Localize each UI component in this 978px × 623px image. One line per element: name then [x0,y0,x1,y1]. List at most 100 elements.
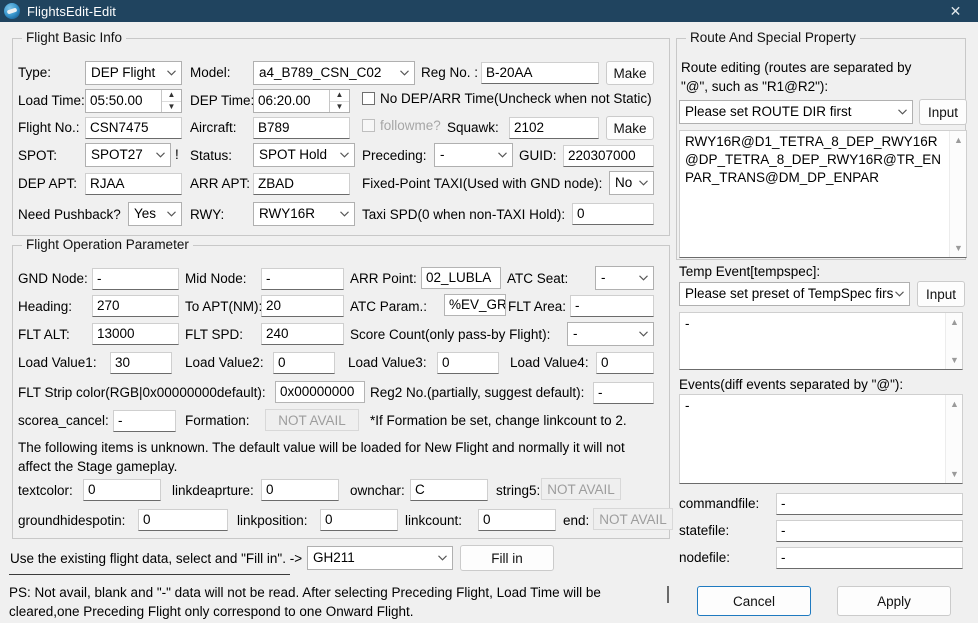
linkposition-label: linkposition: [237,511,308,531]
scroll-up-icon[interactable]: ▲ [946,314,963,330]
to-apt-input[interactable]: 20 [261,295,344,317]
loadtime-value: 05:50.00 [90,93,143,108]
need-pushback-select[interactable]: Yes [128,202,182,226]
formation-value: NOT AVAIL [265,409,359,431]
heading-input[interactable]: 270 [92,295,179,317]
tempspec-textarea[interactable]: - ▲ ▼ [679,312,963,370]
regno-make-button[interactable]: Make [606,61,654,85]
rwy-select-value: RWY16R [259,206,315,221]
squawk-input[interactable]: 2102 [509,117,599,139]
fill-in-button[interactable]: Fill in [460,545,554,571]
tempspec-select[interactable]: Please set preset of TempSpec firs [679,282,910,306]
statefile-input[interactable]: - [776,520,963,542]
existing-flight-select[interactable]: GH211 [307,546,453,570]
scroll-down-icon[interactable]: ▼ [950,240,967,256]
nodefile-input[interactable]: - [776,547,963,569]
flt-alt-input[interactable]: 13000 [92,323,179,345]
score-count-label: Score Count(only pass-by Flight): [350,325,550,345]
route-input-button[interactable]: Input [919,99,967,125]
route-dir-select[interactable]: Please set ROUTE DIR first [679,100,913,124]
model-select[interactable]: a4_B789_CSN_C02 [253,61,415,85]
scorea-cancel-label: scorea_cancel: [18,411,109,431]
arrapt-label: ARR APT: [190,174,250,194]
to-apt-label: To APT(NM): [185,297,262,317]
spin-down-icon[interactable]: ▼ [162,102,181,113]
score-count-select[interactable]: - [567,322,654,346]
load-value2-label: Load Value2: [185,353,264,373]
loadtime-stepper[interactable]: 05:50.00 ▲ ▼ [85,89,182,113]
squawk-make-button[interactable]: Make [606,116,654,140]
status-label: Status: [190,146,232,166]
ownchar-input[interactable]: C [410,479,488,501]
linkdeaprture-input[interactable]: 0 [261,479,339,501]
groundhidespotin-label: groundhidespotin: [18,511,125,531]
chevron-down-icon [156,144,165,166]
spin-up-icon[interactable]: ▲ [330,90,349,102]
deptime-spin-buttons[interactable]: ▲ ▼ [329,90,349,112]
no-dep-arr-time-checkbox[interactable]: No DEP/ARR Time(Uncheck when not Static) [362,91,652,106]
fixed-point-taxi-select[interactable]: No [609,171,654,195]
app-globe-icon [4,3,20,19]
atc-param-input[interactable]: %EV_GREETI [444,294,506,316]
route-scrollbar[interactable]: ▲ ▼ [949,131,966,257]
spin-up-icon[interactable]: ▲ [162,90,181,102]
deptime-stepper[interactable]: 06:20.00 ▲ ▼ [253,89,350,113]
arr-point-input[interactable]: 02_LUBLA [421,267,501,289]
events-textarea[interactable]: - ▲ ▼ [679,394,963,484]
atc-param-label: ATC Param.: [350,297,427,317]
commandfile-input[interactable]: - [776,493,963,515]
flt-area-input[interactable]: - [570,295,654,317]
arrapt-input[interactable]: ZBAD [253,173,350,195]
load-value4-input[interactable]: 0 [596,352,654,374]
temp-event-label: Temp Event[tempspec]: [679,262,820,282]
groundhidespotin-input[interactable]: 0 [138,509,228,531]
route-textarea[interactable]: RWY16R@D1_TETRA_8_DEP_RWY16R@DP_TETRA_8_… [679,130,967,258]
formation-note: *If Formation be set, change linkcount t… [370,411,627,431]
spin-down-icon[interactable]: ▼ [330,102,349,113]
close-icon[interactable]: ✕ [933,0,978,22]
load-value3-input[interactable]: 0 [437,352,499,374]
flt-spd-input[interactable]: 240 [261,323,344,345]
type-select-value: DEP Flight [91,65,155,80]
load-value1-input[interactable]: 30 [110,352,172,374]
aircraft-input[interactable]: B789 [253,117,350,139]
focus-caret-bar [667,586,669,603]
end-value: NOT AVAIL [593,508,673,530]
flightno-input[interactable]: CSN7475 [85,117,182,139]
gnd-node-input[interactable]: - [92,268,179,290]
preceding-select[interactable]: - [434,143,513,167]
rwy-select[interactable]: RWY16R [253,202,355,226]
flt-area-label: FLT Area: [508,297,566,317]
scroll-up-icon[interactable]: ▲ [946,396,963,412]
scroll-up-icon[interactable]: ▲ [950,132,967,148]
mid-node-input[interactable]: - [261,268,344,290]
depapt-input[interactable]: RJAA [85,173,182,195]
deptime-label: DEP Time: [190,91,254,111]
load-value2-input[interactable]: 0 [273,352,335,374]
scroll-down-icon[interactable]: ▼ [946,466,963,482]
reg2-no-input[interactable]: - [593,382,654,404]
flt-strip-color-input[interactable]: 0x00000000 [275,381,365,403]
scorea-cancel-input[interactable]: - [113,410,176,432]
atc-seat-select[interactable]: - [595,266,654,290]
events-scrollbar[interactable]: ▲ ▼ [945,395,962,483]
regno-input[interactable]: B-20AA [481,62,599,84]
tempspec-scrollbar[interactable]: ▲ ▼ [945,313,962,369]
commandfile-label: commandfile: [679,494,759,514]
guid-input[interactable]: 220307000 [563,145,654,167]
cancel-button[interactable]: Cancel [697,586,811,616]
apply-button[interactable]: Apply [837,586,951,616]
linkposition-input[interactable]: 0 [320,509,398,531]
textcolor-input[interactable]: 0 [83,479,161,501]
followme-checkbox[interactable]: followme? [362,118,441,133]
status-select[interactable]: SPOT Hold [253,143,355,167]
spot-select[interactable]: SPOT27 [85,143,171,167]
scroll-down-icon[interactable]: ▼ [946,352,963,368]
taxi-spd-input[interactable]: 0 [572,203,654,225]
linkcount-input[interactable]: 0 [478,509,556,531]
preceding-select-value: - [440,147,445,162]
tempspec-input-button[interactable]: Input [917,281,965,307]
type-select[interactable]: DEP Flight [85,61,182,85]
tempspec-text: - [685,315,943,333]
loadtime-spin-buttons[interactable]: ▲ ▼ [161,90,181,112]
